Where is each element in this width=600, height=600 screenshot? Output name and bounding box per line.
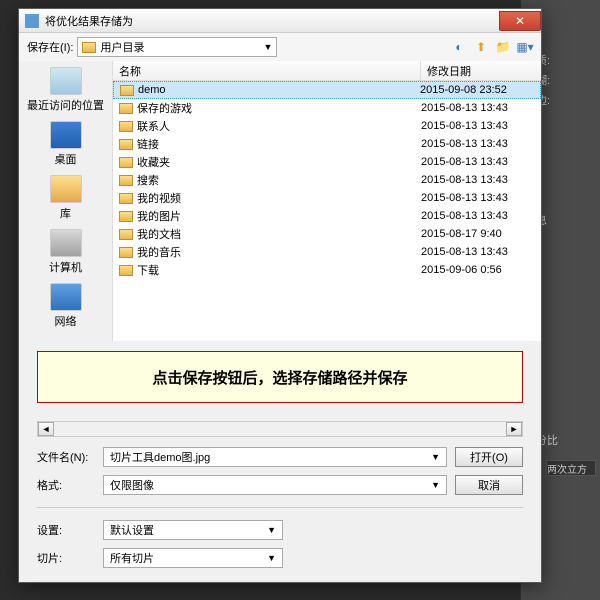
file-row[interactable]: 下载2015-09-06 0:56 — [113, 261, 541, 279]
file-row[interactable]: 我的图片2015-08-13 13:43 — [113, 207, 541, 225]
file-row[interactable]: demo2015-09-08 23:52 — [113, 81, 541, 99]
file-row[interactable]: 我的音乐2015-08-13 13:43 — [113, 243, 541, 261]
folder-icon — [119, 139, 133, 150]
close-button[interactable]: ✕ — [499, 11, 541, 31]
sidebar-item-desktop[interactable]: 桌面 — [50, 121, 82, 167]
path-toolbar: 保存在(I): 用户目录 ▼ ◐ ⬆ 📁 ▦▾ — [19, 33, 541, 61]
file-row[interactable]: 保存的游戏2015-08-13 13:43 — [113, 99, 541, 117]
file-name: 收藏夹 — [137, 154, 421, 170]
format-dropdown[interactable]: 仅限图像 ▼ — [103, 475, 447, 495]
chevron-down-icon: ▼ — [431, 480, 440, 490]
save-dialog: 将优化结果存储为 ✕ 保存在(I): 用户目录 ▼ ◐ ⬆ 📁 ▦▾ 最近访问的… — [18, 8, 542, 583]
file-name: 下载 — [137, 262, 421, 278]
file-date: 2015-09-06 0:56 — [421, 264, 539, 276]
file-name: 联系人 — [137, 118, 421, 134]
chevron-down-icon: ▼ — [431, 452, 440, 462]
file-date: 2015-08-13 13:43 — [421, 156, 539, 168]
open-button[interactable]: 打开(O) — [455, 447, 523, 467]
up-icon[interactable]: ⬆ — [473, 39, 489, 55]
chevron-down-icon: ▼ — [267, 525, 276, 535]
folder-icon — [119, 121, 133, 132]
title-text: 将优化结果存储为 — [45, 13, 499, 29]
path-dropdown[interactable]: 用户目录 ▼ — [77, 37, 277, 57]
file-name: demo — [138, 84, 420, 96]
recent-places-icon — [50, 67, 82, 95]
file-name: 我的视频 — [137, 190, 421, 206]
file-name: 我的音乐 — [137, 244, 421, 260]
desktop-icon — [50, 121, 82, 149]
file-date: 2015-08-13 13:43 — [421, 174, 539, 186]
save-in-label: 保存在(I): — [27, 39, 73, 55]
new-folder-icon[interactable]: 📁 — [495, 39, 511, 55]
cancel-button[interactable]: 取消 — [455, 475, 523, 495]
folder-icon — [119, 229, 133, 240]
folder-icon — [120, 85, 134, 96]
horizontal-scrollbar[interactable]: ◄ ► — [37, 421, 523, 437]
folder-icon — [119, 193, 133, 204]
network-icon — [50, 283, 82, 311]
filename-input[interactable]: 切片工具demo图.jpg ▼ — [103, 447, 447, 467]
view-menu-icon[interactable]: ▦▾ — [517, 39, 533, 55]
chevron-down-icon: ▼ — [264, 42, 273, 52]
file-list-header: 名称 修改日期 — [113, 61, 541, 81]
slice-dropdown[interactable]: 所有切片 ▼ — [103, 548, 283, 568]
titlebar: 将优化结果存储为 ✕ — [19, 9, 541, 33]
file-row[interactable]: 收藏夹2015-08-13 13:43 — [113, 153, 541, 171]
file-date: 2015-08-17 9:40 — [421, 228, 539, 240]
computer-icon — [50, 229, 82, 257]
column-date[interactable]: 修改日期 — [421, 61, 541, 80]
folder-icon — [82, 42, 96, 53]
folder-icon — [119, 265, 133, 276]
file-name: 搜索 — [137, 172, 421, 188]
file-date: 2015-08-13 13:43 — [421, 246, 539, 258]
column-name[interactable]: 名称 — [113, 61, 421, 80]
folder-icon — [119, 247, 133, 258]
file-date: 2015-09-08 23:52 — [420, 84, 538, 96]
path-value: 用户目录 — [100, 39, 144, 55]
file-date: 2015-08-13 13:43 — [421, 120, 539, 132]
settings-dropdown[interactable]: 默认设置 ▼ — [103, 520, 283, 540]
file-row[interactable]: 链接2015-08-13 13:43 — [113, 135, 541, 153]
folder-icon — [119, 157, 133, 168]
format-label: 格式: — [37, 477, 95, 493]
file-name: 保存的游戏 — [137, 100, 421, 116]
file-date: 2015-08-13 13:43 — [421, 210, 539, 222]
file-list[interactable]: demo2015-09-08 23:52保存的游戏2015-08-13 13:4… — [113, 81, 541, 341]
scroll-right-icon[interactable]: ► — [506, 422, 522, 436]
file-row[interactable]: 搜索2015-08-13 13:43 — [113, 171, 541, 189]
back-icon[interactable]: ◐ — [451, 39, 467, 55]
filename-label: 文件名(N): — [37, 449, 95, 465]
file-name: 链接 — [137, 136, 421, 152]
file-row[interactable]: 联系人2015-08-13 13:43 — [113, 117, 541, 135]
folder-icon — [119, 103, 133, 114]
sidebar-item-library[interactable]: 库 — [50, 175, 82, 221]
sidebar-item-recent[interactable]: 最近访问的位置 — [27, 67, 104, 113]
close-icon: ✕ — [515, 14, 525, 28]
sidebar-item-computer[interactable]: 计算机 — [49, 229, 82, 275]
app-icon — [25, 14, 39, 28]
file-row[interactable]: 我的文档2015-08-17 9:40 — [113, 225, 541, 243]
bg-quality2-input[interactable] — [546, 460, 596, 476]
file-row[interactable]: 我的视频2015-08-13 13:43 — [113, 189, 541, 207]
file-name: 我的文档 — [137, 226, 421, 242]
file-list-area: 名称 修改日期 demo2015-09-08 23:52保存的游戏2015-08… — [113, 61, 541, 341]
file-date: 2015-08-13 13:43 — [421, 138, 539, 150]
file-name: 我的图片 — [137, 208, 421, 224]
sidebar-item-network[interactable]: 网络 — [50, 283, 82, 329]
slice-label: 切片: — [37, 550, 95, 566]
file-date: 2015-08-13 13:43 — [421, 192, 539, 204]
chevron-down-icon: ▼ — [267, 553, 276, 563]
file-date: 2015-08-13 13:43 — [421, 102, 539, 114]
scroll-track[interactable] — [54, 422, 506, 436]
instruction-callout: 点击保存按钮后，选择存储路径并保存 — [37, 351, 523, 403]
folder-icon — [119, 211, 133, 222]
divider — [37, 507, 523, 508]
library-icon — [50, 175, 82, 203]
places-sidebar: 最近访问的位置 桌面 库 计算机 网络 — [19, 61, 113, 341]
folder-icon — [119, 175, 133, 186]
scroll-left-icon[interactable]: ◄ — [38, 422, 54, 436]
settings-label: 设置: — [37, 522, 95, 538]
